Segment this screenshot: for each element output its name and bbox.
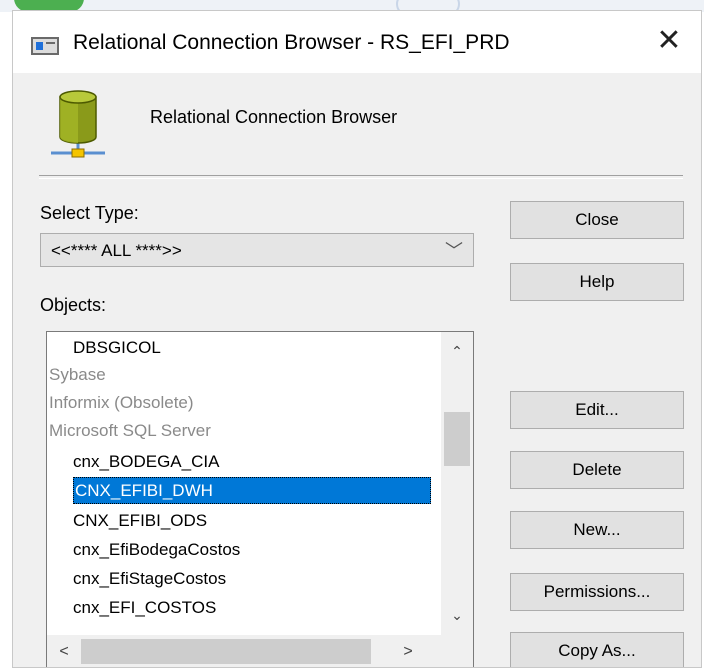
objects-listbox[interactable]: DBSGICOL Sybase Informix (Obsolete) Micr… <box>46 331 474 667</box>
objects-label: Objects: <box>40 295 107 315</box>
header-title: Relational Connection Browser <box>150 107 398 127</box>
vertical-scrollbar[interactable]: ⌃ ⌄ <box>441 332 473 635</box>
vertical-scroll-thumb[interactable] <box>444 412 470 466</box>
title-bar[interactable]: Relational Connection Browser - RS_EFI_P… <box>13 11 701 73</box>
select-type-label: Select Type: <box>40 203 139 223</box>
window-icon <box>31 37 59 55</box>
scrollbar-corner <box>441 635 473 667</box>
list-group-microsoft-sql-server[interactable]: Microsoft SQL Server <box>47 417 211 444</box>
horizontal-scrollbar[interactable]: < > <box>47 635 441 667</box>
header-separator <box>39 175 683 179</box>
scroll-left-icon[interactable]: < <box>49 635 79 667</box>
select-type-dropdown[interactable]: <<**** ALL ****>> ﹀ <box>40 233 474 267</box>
window-title: Relational Connection Browser - RS_EFI_P… <box>73 31 510 54</box>
close-button[interactable]: Close <box>510 201 684 239</box>
list-item-cnx-bodega-cia[interactable]: cnx_BODEGA_CIA <box>47 448 219 475</box>
edit-button[interactable]: Edit... <box>510 391 684 429</box>
list-item-cnx-efi-costos[interactable]: cnx_EFI_COSTOS <box>47 594 216 621</box>
chevron-down-icon[interactable]: ﹀ <box>445 237 463 263</box>
scroll-right-icon[interactable]: > <box>393 635 423 667</box>
list-item-cnx-efibi-dwh-selected[interactable]: CNX_EFIBI_DWH <box>73 477 431 504</box>
select-type-value: <<**** ALL ****>> <box>51 241 182 260</box>
list-item-cnx-efistagecostos[interactable]: cnx_EfiStageCostos <box>47 565 226 592</box>
list-item-cnx-efibodegacostos[interactable]: cnx_EfiBodegaCostos <box>47 536 240 563</box>
list-item-dbsgicol[interactable]: DBSGICOL <box>47 334 161 361</box>
new-button[interactable]: New... <box>510 511 684 549</box>
copy-as-button[interactable]: Copy As... <box>510 632 684 667</box>
horizontal-scroll-thumb[interactable] <box>81 639 371 664</box>
scroll-down-icon[interactable]: ⌄ <box>441 600 473 630</box>
list-group-sybase[interactable]: Sybase <box>47 361 106 388</box>
permissions-button[interactable]: Permissions... <box>510 573 684 611</box>
list-item-cnx-efibi-ods[interactable]: CNX_EFIBI_ODS <box>47 507 207 534</box>
delete-button[interactable]: Delete <box>510 451 684 489</box>
scroll-up-icon[interactable]: ⌃ <box>441 336 473 366</box>
close-window-button[interactable]: ✕ <box>651 21 687 61</box>
relational-connection-browser-dialog: Relational Connection Browser - RS_EFI_P… <box>12 10 702 668</box>
list-group-informix[interactable]: Informix (Obsolete) <box>47 389 194 416</box>
database-icon <box>51 90 105 158</box>
help-button[interactable]: Help <box>510 263 684 301</box>
